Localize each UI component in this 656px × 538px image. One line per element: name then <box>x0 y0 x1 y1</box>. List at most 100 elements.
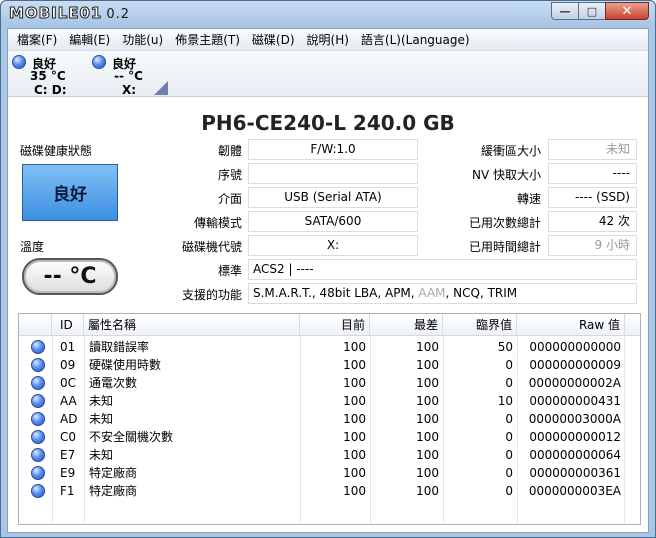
attr-name: 特定廠商 <box>89 466 138 480</box>
power-on-count-value: 42 次 <box>548 211 637 232</box>
attr-name: 通電次數 <box>89 376 138 390</box>
firmware-label: 韌體 <box>217 144 242 158</box>
attr-threshold: 0 <box>505 376 513 390</box>
attr-name: 讀取錯誤率 <box>89 340 150 354</box>
attr-current: 100 <box>343 358 366 372</box>
temperature-label: 溫度 <box>20 240 45 254</box>
status-dot-icon <box>31 484 45 498</box>
menu-disk[interactable]: 磁碟(D) <box>246 31 301 49</box>
health-label: 磁碟健康狀態 <box>20 144 93 158</box>
attr-raw: 000000000009 <box>529 358 621 372</box>
attr-name: 特定廠商 <box>89 484 138 498</box>
table-row[interactable]: 01 讀取錯誤率 100 100 50 000000000000 <box>19 338 640 356</box>
attr-id: 09 <box>60 358 76 372</box>
close-button[interactable]: ✕ <box>605 2 649 20</box>
menu-help[interactable]: 說明(H) <box>301 31 355 49</box>
health-status-button[interactable]: 良好 <box>22 164 118 221</box>
column-current[interactable]: 目前 <box>300 314 370 336</box>
status-dot-icon <box>92 55 106 69</box>
status-dot-icon <box>31 358 45 372</box>
menu-theme[interactable]: 佈景主題(T) <box>169 31 246 49</box>
table-row[interactable]: 09 硬碟使用時數 100 100 0 000000000009 <box>19 356 640 374</box>
attr-id: 0C <box>60 376 77 390</box>
attr-id: E9 <box>60 466 76 480</box>
attr-worst: 100 <box>416 340 439 354</box>
attr-current: 100 <box>343 430 366 444</box>
table-row[interactable]: 0C 通電次數 100 100 0 00000000002A <box>19 374 640 392</box>
attr-current: 100 <box>343 466 366 480</box>
column-raw[interactable]: Raw 值 <box>517 314 625 336</box>
table-row[interactable]: E7 未知 100 100 0 000000000064 <box>19 446 640 464</box>
serial-label: 序號 <box>217 168 242 182</box>
features-label: 支援的功能 <box>181 288 242 302</box>
drive-tab-2[interactable]: 良好 -- °C X: <box>90 54 160 97</box>
serial-value <box>248 163 418 184</box>
drive-letters: X: <box>122 83 137 97</box>
menu-bar: 檔案(F) 編輯(E) 功能(u) 佈景主題(T) 磁碟(D) 說明(H) 語言… <box>8 29 648 51</box>
standard-label: 標準 <box>217 264 242 278</box>
drive-temp: -- °C <box>114 69 143 83</box>
attr-threshold: 0 <box>505 430 513 444</box>
menu-edit[interactable]: 編輯(E) <box>63 31 116 49</box>
table-row[interactable]: E9 特定廠商 100 100 0 000000000361 <box>19 464 640 482</box>
table-row[interactable]: F1 特定廠商 100 100 0 0000000003EA <box>19 482 640 500</box>
attr-raw: 000000000431 <box>529 394 621 408</box>
attr-raw: 000000000012 <box>529 430 621 444</box>
menu-file[interactable]: 檔案(F) <box>11 31 63 49</box>
status-dot-icon <box>31 376 45 390</box>
transfer-mode-label: 傳輸模式 <box>193 216 242 230</box>
table-row[interactable]: AA 未知 100 100 10 000000000431 <box>19 392 640 410</box>
features-unsupported: AAM <box>418 286 446 300</box>
table-row[interactable]: AD 未知 100 100 0 00000003000A <box>19 410 640 428</box>
menu-function[interactable]: 功能(u) <box>116 31 169 49</box>
power-on-count-label: 已用次數總計 <box>468 216 541 230</box>
attr-worst: 100 <box>416 394 439 408</box>
attr-name: 未知 <box>89 412 114 426</box>
table-header: ID 屬性名稱 目前 最差 臨界值 Raw 值 <box>19 314 640 336</box>
power-on-hours-value: 9 小時 <box>548 235 637 256</box>
attr-raw: 000000000361 <box>529 466 621 480</box>
column-name[interactable]: 屬性名稱 <box>84 314 300 336</box>
attr-current: 100 <box>343 412 366 426</box>
version-suffix: 0.2 <box>106 7 131 22</box>
attr-worst: 100 <box>416 412 439 426</box>
attr-raw: 000000000000 <box>529 340 621 354</box>
minimize-button[interactable]: — <box>551 2 578 20</box>
menu-language[interactable]: 語言(L)(Language) <box>355 31 476 49</box>
features-text-tail: , NCQ, TRIM <box>445 286 518 300</box>
app-window: MOBILE01 0.2 — □ ✕ 檔案(F) 編輯(E) 功能(u) 佈景主題… <box>0 0 656 538</box>
buffer-size-label: 緩衝區大小 <box>480 144 541 158</box>
interface-value: USB (Serial ATA) <box>248 187 418 208</box>
attr-current: 100 <box>343 394 366 408</box>
column-id[interactable]: ID <box>52 314 84 336</box>
table-row[interactable]: C0 不安全關機次數 100 100 0 000000000012 <box>19 428 640 446</box>
attr-worst: 100 <box>416 376 439 390</box>
attr-threshold: 0 <box>505 466 513 480</box>
drive-tab-1[interactable]: 良好 35 °C C: D: <box>10 54 80 97</box>
features-value: S.M.A.R.T., 48bit LBA, APM, AAM, NCQ, TR… <box>248 283 637 304</box>
status-dot-icon <box>31 394 45 408</box>
buffer-size-value: 未知 <box>548 139 637 160</box>
column-threshold[interactable]: 臨界值 <box>443 314 517 336</box>
status-dot-icon <box>31 430 45 444</box>
attr-id: E7 <box>60 448 76 462</box>
status-dot-icon <box>31 340 45 354</box>
attr-threshold: 0 <box>505 484 513 498</box>
drive-letter-label: 磁碟機代號 <box>181 240 242 254</box>
attr-threshold: 50 <box>497 340 513 354</box>
title-bar[interactable]: MOBILE01 0.2 — □ ✕ <box>1 1 655 27</box>
attr-threshold: 0 <box>505 448 513 462</box>
attr-id: AD <box>60 412 78 426</box>
attr-id: C0 <box>60 430 77 444</box>
attr-worst: 100 <box>416 430 439 444</box>
features-text: S.M.A.R.T., 48bit LBA, APM, <box>253 286 419 300</box>
standard-value: ACS2 | ---- <box>248 259 637 280</box>
column-worst[interactable]: 最差 <box>370 314 443 336</box>
column-status[interactable] <box>19 314 52 336</box>
maximize-button[interactable]: □ <box>578 2 605 20</box>
nv-cache-label: NV 快取大小 <box>471 168 541 182</box>
rotation-value: ---- (SSD) <box>548 187 637 208</box>
transfer-mode-value: SATA/600 <box>248 211 418 232</box>
attr-threshold: 10 <box>497 394 513 408</box>
attr-name: 硬碟使用時數 <box>89 358 162 372</box>
